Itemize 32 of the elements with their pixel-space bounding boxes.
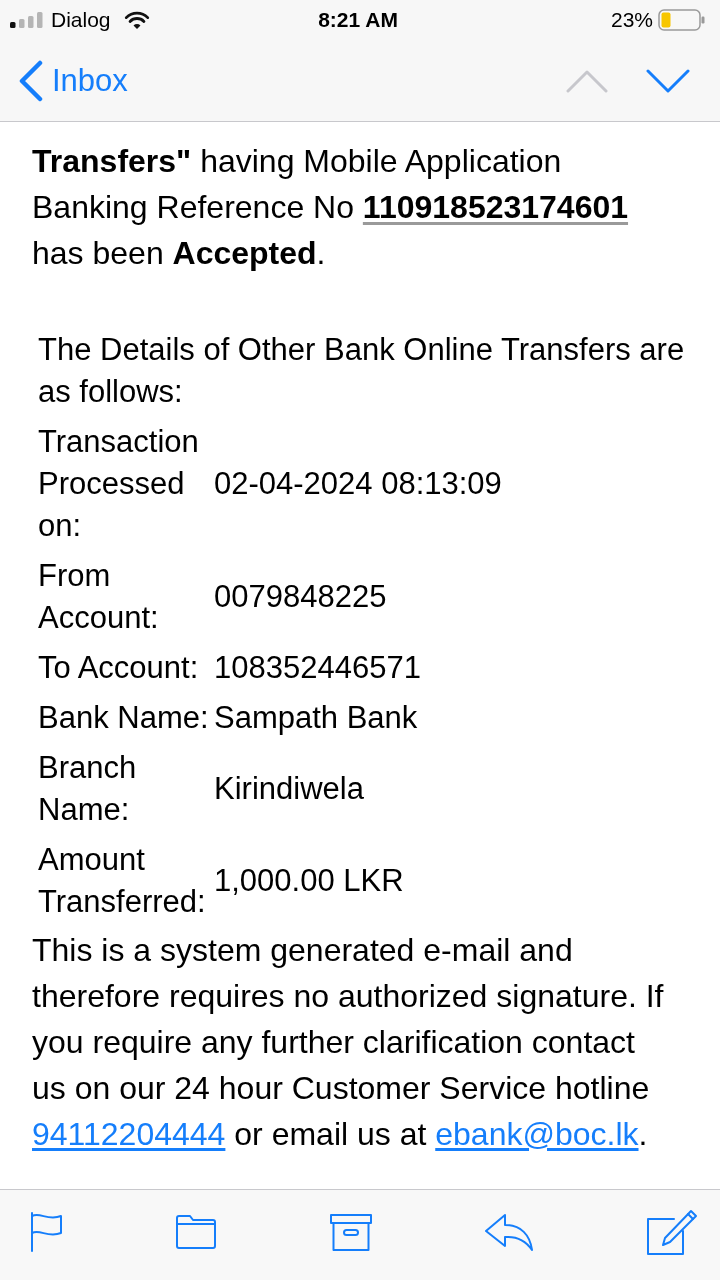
detail-value: 108352446571 [214, 649, 422, 687]
detail-label: Amount Transferred: [38, 841, 207, 921]
detail-value: 02-04-2024 08:13:09 [214, 465, 503, 503]
status-time: 8:21 AM [318, 8, 398, 32]
detail-label: To Account: [38, 649, 200, 687]
back-chevron-icon [18, 59, 44, 102]
compose-icon[interactable] [646, 1209, 698, 1255]
flag-icon[interactable] [30, 1212, 63, 1252]
folder-icon[interactable] [175, 1214, 218, 1250]
phone-number-link[interactable]: 94112204444 [32, 1116, 226, 1152]
back-button[interactable]: Inbox [18, 59, 128, 102]
archive-box-icon[interactable] [329, 1213, 372, 1251]
detail-value: 0079848225 [214, 578, 388, 616]
battery-icon [658, 9, 706, 31]
detail-label: Bank Name: [38, 699, 210, 737]
battery-percentage: 23% [610, 8, 653, 32]
email-link[interactable]: ebank@boc.lk [435, 1116, 639, 1152]
detail-value: Sampath Bank [214, 699, 419, 737]
signal-icon [10, 12, 44, 28]
wifi-icon [123, 10, 150, 30]
detail-label: Transaction Processed on: [38, 423, 200, 545]
reference-number-link[interactable]: 110918523174601 [362, 189, 629, 225]
detail-value: Kirindiwela [214, 770, 365, 808]
detail-label: From Account: [38, 557, 160, 637]
detail-value: 1,000.00 LKR [214, 862, 405, 900]
carrier-name: Dialog [51, 8, 111, 32]
footer-paragraph: This is a system generated e-mail and therefore requires no authorized signature. If you require any further clarification contact us on our 24 hour Customer Service hotline 94112204444 or email us at ebank@boc.lk. [31, 931, 665, 1154]
details-heading: The Details of Other Bank Online Transfers are as follows: [37, 331, 686, 411]
reply-arrow-icon[interactable] [483, 1213, 534, 1251]
intro-paragraph: Transfers" having Mobile Application Banking Reference No 110918523174601 has been Accepted. [31, 142, 630, 273]
chevron-down-icon[interactable] [646, 67, 690, 94]
detail-label: Branch Name: [38, 749, 138, 829]
